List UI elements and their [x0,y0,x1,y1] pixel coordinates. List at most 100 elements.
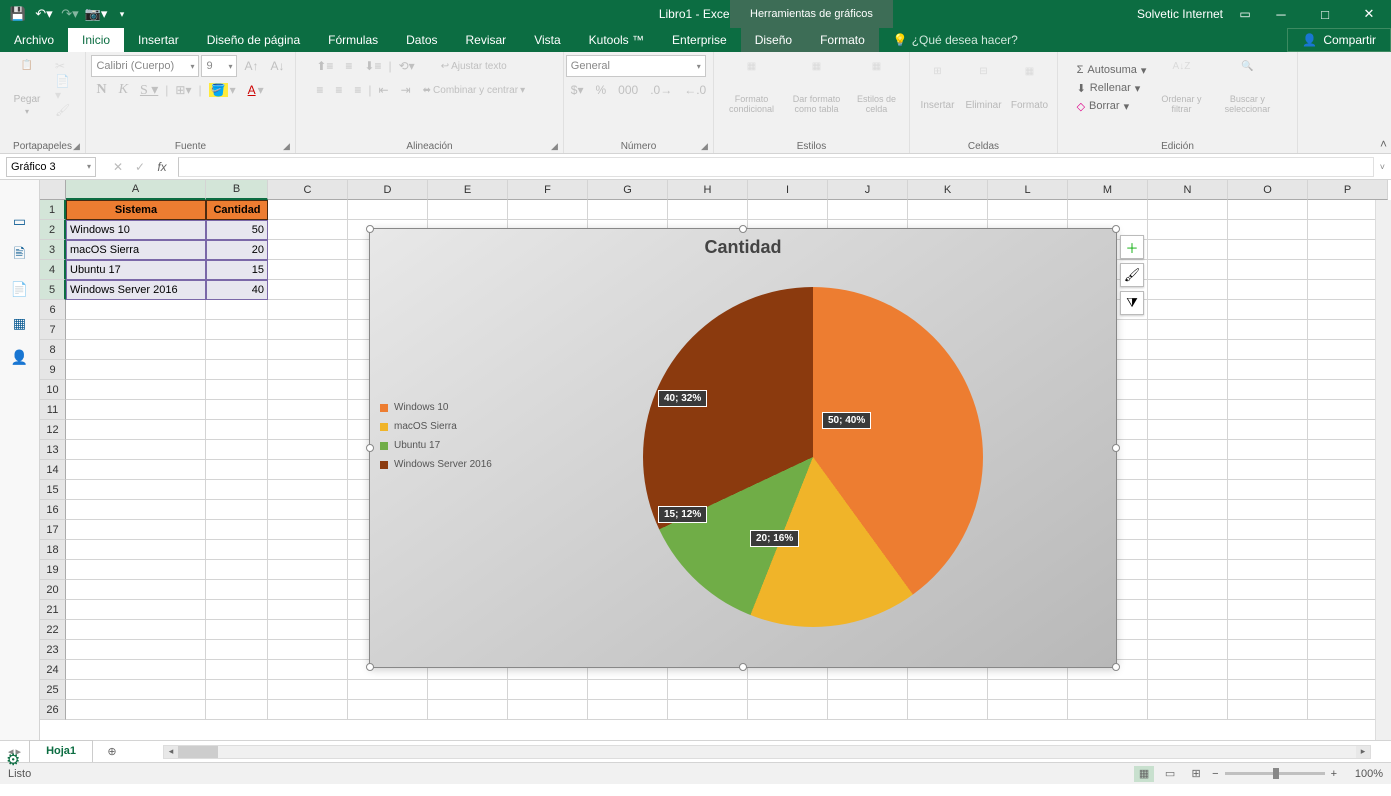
cell-C9[interactable] [268,360,348,380]
cell-N9[interactable] [1148,360,1228,380]
column-header-K[interactable]: K [908,180,988,200]
row-header-26[interactable]: 26 [40,700,66,720]
row-header-12[interactable]: 12 [40,420,66,440]
tab-page-layout[interactable]: Diseño de página [193,28,314,52]
align-top-button[interactable]: ⬆≡ [311,55,338,77]
camera-icon[interactable]: 📷▾ [84,2,108,26]
cell-A18[interactable] [66,540,206,560]
underline-button[interactable]: S ▾ [135,79,163,101]
tab-chart-design[interactable]: Diseño [741,28,806,52]
cell-A8[interactable] [66,340,206,360]
cell-N23[interactable] [1148,640,1228,660]
cell-N24[interactable] [1148,660,1228,680]
chart-elements-button[interactable]: ＋ [1120,235,1144,259]
cell-A7[interactable] [66,320,206,340]
cell-F25[interactable] [508,680,588,700]
row-header-7[interactable]: 7 [40,320,66,340]
row-header-18[interactable]: 18 [40,540,66,560]
row-header-13[interactable]: 13 [40,440,66,460]
font-size-combo[interactable]: 9 [201,55,237,77]
cell-O12[interactable] [1228,420,1308,440]
tab-home[interactable]: Inicio [68,28,124,52]
zoom-in-button[interactable]: + [1331,768,1337,780]
cell-O1[interactable] [1228,200,1308,220]
cell-C16[interactable] [268,500,348,520]
cell-A20[interactable] [66,580,206,600]
chart-handle-s[interactable] [739,663,747,671]
row-header-23[interactable]: 23 [40,640,66,660]
tab-data[interactable]: Datos [392,28,451,52]
conditional-format-button[interactable]: ▦Formato condicional [721,55,783,121]
cell-A5[interactable]: Windows Server 2016 [66,280,206,300]
row-header-17[interactable]: 17 [40,520,66,540]
nav-find-icon[interactable]: 👤 [9,346,31,368]
new-sheet-button[interactable]: ⊕ [101,741,123,763]
cell-A13[interactable] [66,440,206,460]
chart-handle-ne[interactable] [1112,225,1120,233]
cell-K25[interactable] [908,680,988,700]
cell-A22[interactable] [66,620,206,640]
cell-N10[interactable] [1148,380,1228,400]
tab-insert[interactable]: Insertar [124,28,193,52]
increase-decimal-button[interactable]: .0→ [645,79,677,101]
cell-N26[interactable] [1148,700,1228,720]
delete-cells-button[interactable]: ⊟Eliminar [962,55,1006,121]
tab-chart-format[interactable]: Formato [806,28,879,52]
column-header-C[interactable]: C [268,180,348,200]
cell-B12[interactable] [206,420,268,440]
sort-filter-button[interactable]: A↓ZOrdenar y filtrar [1154,55,1208,121]
chart-legend[interactable]: Windows 10macOS SierraUbuntu 17Windows S… [370,262,510,652]
paste-button[interactable]: 📋 Pegar ▾ [6,55,48,121]
tab-kutools[interactable]: Kutools ™ [575,28,658,52]
hscroll-left-icon[interactable]: ◂ [164,746,178,758]
cell-B8[interactable] [206,340,268,360]
cell-D25[interactable] [348,680,428,700]
cell-C20[interactable] [268,580,348,600]
tab-view[interactable]: Vista [520,28,574,52]
cell-C17[interactable] [268,520,348,540]
save-icon[interactable]: 💾 [6,2,30,26]
cell-D26[interactable] [348,700,428,720]
font-dialog-launcher[interactable]: ◢ [283,141,293,151]
cell-C26[interactable] [268,700,348,720]
cell-E25[interactable] [428,680,508,700]
merge-center-button[interactable]: ⬌Combinar y centrar▾ [418,79,548,101]
vertical-scrollbar[interactable] [1375,200,1391,740]
page-layout-view-button[interactable]: ▭ [1160,766,1180,782]
cell-N17[interactable] [1148,520,1228,540]
row-header-21[interactable]: 21 [40,600,66,620]
column-header-O[interactable]: O [1228,180,1308,200]
row-header-14[interactable]: 14 [40,460,66,480]
cell-C15[interactable] [268,480,348,500]
settings-gear-icon[interactable]: ⚙ [6,750,20,770]
cell-H1[interactable] [668,200,748,220]
cell-O24[interactable] [1228,660,1308,680]
cell-A23[interactable] [66,640,206,660]
cell-B6[interactable] [206,300,268,320]
row-header-4[interactable]: 4 [40,260,66,280]
cell-N8[interactable] [1148,340,1228,360]
cell-B3[interactable]: 20 [206,240,268,260]
cell-C14[interactable] [268,460,348,480]
row-header-3[interactable]: 3 [40,240,66,260]
cell-A14[interactable] [66,460,206,480]
cell-A3[interactable]: macOS Sierra [66,240,206,260]
borders-button[interactable]: ⊞▾ [170,79,196,101]
cell-C24[interactable] [268,660,348,680]
legend-item-3[interactable]: Windows Server 2016 [380,459,510,470]
cell-O8[interactable] [1228,340,1308,360]
column-header-G[interactable]: G [588,180,668,200]
cell-C4[interactable] [268,260,348,280]
cell-O2[interactable] [1228,220,1308,240]
cell-A16[interactable] [66,500,206,520]
tab-review[interactable]: Revisar [452,28,521,52]
cell-N11[interactable] [1148,400,1228,420]
align-bottom-button[interactable]: ⬇≡ [359,55,386,77]
legend-item-0[interactable]: Windows 10 [380,402,510,413]
chart-handle-w[interactable] [366,444,374,452]
italic-button[interactable]: K [114,79,133,101]
alignment-dialog-launcher[interactable]: ◢ [551,141,561,151]
row-header-16[interactable]: 16 [40,500,66,520]
tab-file[interactable]: Archivo [0,28,68,52]
column-header-D[interactable]: D [348,180,428,200]
